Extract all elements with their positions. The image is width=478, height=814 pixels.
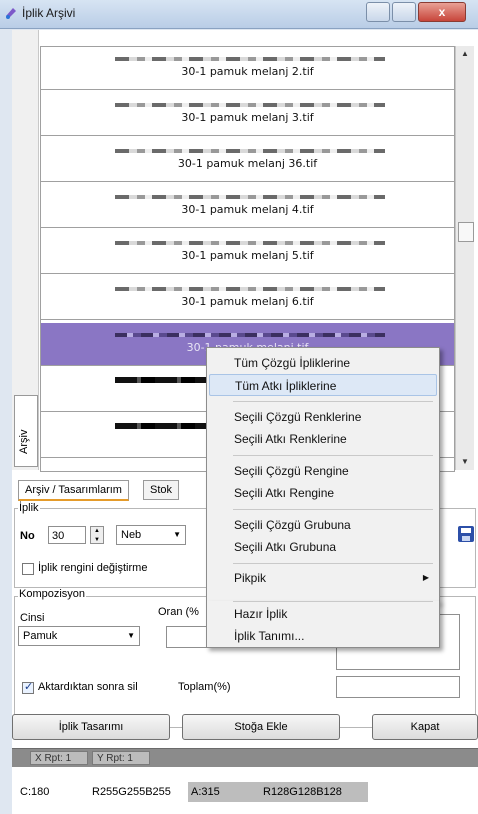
yarn-unit-select[interactable]: Neb ▼ <box>116 525 186 545</box>
title-bar: İplik Arşivi x <box>0 0 478 29</box>
app-icon <box>6 8 16 19</box>
menu-separator <box>233 455 433 456</box>
close-button[interactable]: Kapat <box>372 714 478 740</box>
keep-color-checkbox[interactable] <box>22 563 34 575</box>
composition-group-label: Kompozisyon <box>18 588 87 600</box>
yarn-design-button[interactable]: İplik Tasarımı <box>12 714 170 740</box>
menu-separator <box>233 509 433 510</box>
menu-item-yarn-definition[interactable]: İplik Tanımı... <box>209 625 437 647</box>
list-item[interactable]: 30-1 pamuk melanj 5.tif <box>41 231 454 274</box>
context-menu-continued: Hazır İplik İplik Tanımı... <box>206 601 440 648</box>
add-to-stock-button[interactable]: Stoğa Ekle <box>182 714 340 740</box>
tab-stock[interactable]: Stok <box>143 480 180 500</box>
delete-after-transfer-checkbox[interactable] <box>22 680 34 694</box>
list-item[interactable]: 30-1 pamuk melanj 6.tif <box>41 277 454 320</box>
yarn-texture <box>115 241 385 245</box>
yarn-file-name: 30-1 pamuk melanj 5.tif <box>181 249 314 262</box>
menu-item-pikpik-label: Pikpik <box>234 571 267 585</box>
maximize-button[interactable] <box>392 2 416 22</box>
y-repeat-status: Y Rpt: 1 <box>92 751 150 765</box>
menu-item-ready-yarn[interactable]: Hazır İplik <box>209 603 437 625</box>
menu-item-selected-weft-group[interactable]: Seçili Atkı Grubuna <box>209 536 437 558</box>
yarn-texture <box>115 333 385 337</box>
rgb2-value: R128G128B128 <box>260 782 368 802</box>
yarn-file-name: 30-1 pamuk melanj 6.tif <box>181 295 314 308</box>
x-repeat-status: X Rpt: 1 <box>30 751 88 765</box>
yarn-texture <box>115 149 385 153</box>
yarn-texture <box>115 195 385 199</box>
total-value-field <box>336 676 460 698</box>
yarn-archive-window: İplik Arşivi x Arşiv 30-1 pamuk melanj 2… <box>0 0 478 814</box>
tab-archive[interactable]: Arşiv <box>14 395 38 467</box>
list-item[interactable]: 30-1 pamuk melanj 3.tif <box>41 93 454 136</box>
tab-archive-label: Arşiv <box>18 429 30 454</box>
list-item[interactable]: 30-1 pamuk melanj 2.tif <box>41 47 454 90</box>
menu-item-pikpik[interactable]: Pikpik ▶ <box>209 568 437 588</box>
type-select[interactable]: Pamuk ▼ <box>18 626 140 646</box>
yarn-no-label: No <box>20 530 35 542</box>
ratio-label: Oran (% <box>158 606 199 618</box>
close-window-button[interactable]: x <box>418 2 466 22</box>
yarn-texture <box>115 57 385 61</box>
yarn-unit-value: Neb <box>121 529 142 541</box>
yarn-no-input[interactable]: 30 <box>48 526 86 544</box>
tab-designs[interactable]: Arşiv / Tasarımlarım <box>18 480 129 501</box>
yarn-texture <box>115 287 385 291</box>
list-scrollbar[interactable]: ▲ ▼ <box>455 46 474 470</box>
yarn-file-name: 30-1 pamuk melanj 36.tif <box>177 157 318 170</box>
type-value: Pamuk <box>23 630 58 642</box>
keep-color-label: İplik rengini değiştirme <box>38 562 148 574</box>
yarn-file-name: 30-1 pamuk melanj 4.tif <box>181 203 314 216</box>
menu-item-selected-weft-colors[interactable]: Seçili Atkı Renklerine <box>209 428 437 450</box>
yarn-texture <box>115 103 385 107</box>
submenu-arrow-icon: ▶ <box>422 573 429 582</box>
menu-item-selected-warp-group[interactable]: Seçili Çözgü Grubuna <box>209 514 437 536</box>
delete-after-transfer-label: Aktardıktan sonra sil <box>38 681 138 693</box>
yarn-file-name: 30-1 pamuk melanj 2.tif <box>181 65 314 78</box>
color-status-bar: C:180 R255G255B255 A:315 R128G128B128 <box>12 770 478 814</box>
chevron-down-icon: ▼ <box>127 631 135 640</box>
context-menu: Tüm Çözgü İpliklerine Tüm Atkı İplikleri… <box>206 347 440 603</box>
list-item[interactable]: 30-1 pamuk melanj 4.tif <box>41 185 454 228</box>
menu-separator <box>233 401 433 402</box>
menu-separator <box>233 601 433 602</box>
total-label: Toplam(%) <box>178 681 231 693</box>
menu-item-all-weft-yarns[interactable]: Tüm Atkı İpliklerine <box>209 374 437 396</box>
menu-item-all-warp-yarns[interactable]: Tüm Çözgü İpliklerine <box>209 352 437 374</box>
yarn-file-name: 30-1 pamuk melanj 3.tif <box>181 111 314 124</box>
menu-item-selected-warp-colors[interactable]: Seçili Çözgü Renklerine <box>209 406 437 428</box>
a-value: A:315 <box>188 782 260 802</box>
list-item[interactable]: 30-1 pamuk melanj 36.tif <box>41 139 454 182</box>
rgb-value: R255G255B255 <box>92 786 171 798</box>
window-title: İplik Arşivi <box>22 6 76 20</box>
minimize-button[interactable] <box>366 2 390 22</box>
menu-item-selected-weft-color[interactable]: Seçili Atkı Rengine <box>209 482 437 504</box>
repeat-status-bar: X Rpt: 1 Y Rpt: 1 <box>12 748 478 767</box>
type-label: Cinsi <box>20 612 45 624</box>
menu-separator <box>233 563 433 564</box>
scroll-down-arrow-icon[interactable]: ▼ <box>456 454 474 470</box>
save-icon[interactable] <box>458 526 474 542</box>
yarn-no-stepper[interactable]: ▲ ▼ <box>90 526 104 544</box>
scrollbar-thumb[interactable] <box>458 222 474 242</box>
yarn-group-label: İplik <box>18 502 40 514</box>
scroll-up-arrow-icon[interactable]: ▲ <box>456 46 474 62</box>
c-value: C:180 <box>20 786 50 798</box>
chevron-down-icon: ▼ <box>173 530 181 539</box>
menu-item-selected-warp-color[interactable]: Seçili Çözgü Rengine <box>209 460 437 482</box>
